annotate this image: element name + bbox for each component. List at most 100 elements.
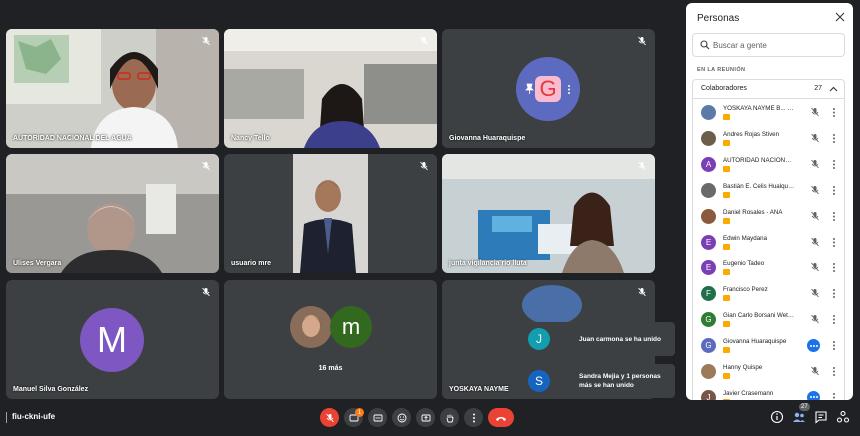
video-tile-usuario-mre[interactable]: usuario mre bbox=[224, 154, 437, 273]
pin-icon[interactable] bbox=[525, 83, 534, 95]
join-notification: J Juan carmona se ha unido bbox=[509, 322, 675, 356]
group-count: 27 bbox=[814, 85, 822, 92]
more-options-icon[interactable] bbox=[831, 366, 837, 377]
video-tile-nancy[interactable]: Nancy Tello bbox=[224, 29, 437, 148]
collaborator-badge-icon bbox=[723, 269, 730, 276]
more-options-icon[interactable] bbox=[831, 159, 837, 170]
participant-row[interactable]: A AUTORIDAD NACIONAL... bbox=[693, 153, 844, 178]
mic-off-icon[interactable] bbox=[810, 211, 820, 221]
participant-name: Gian Carlo Borsani Wetz... bbox=[723, 312, 795, 320]
more-options-icon[interactable] bbox=[831, 262, 837, 273]
mic-off-icon[interactable] bbox=[810, 133, 820, 143]
mic-off-icon bbox=[325, 413, 334, 422]
video-tile-autoridad[interactable]: AUTORIDAD NACIONAL DEL AGUA bbox=[6, 29, 219, 148]
participant-avatar: G bbox=[701, 338, 716, 354]
mic-off-icon[interactable] bbox=[810, 262, 820, 272]
present-icon bbox=[421, 414, 430, 421]
collaborator-badge-icon bbox=[723, 243, 730, 250]
participant-name: Andres Rojas Stiven bbox=[723, 130, 780, 138]
participant-name: Eugenio Tadeo bbox=[723, 260, 765, 268]
raise-hand-button[interactable] bbox=[440, 408, 459, 427]
collaborator-badge-icon bbox=[723, 114, 730, 120]
toast-avatar: S bbox=[528, 370, 550, 392]
toast-text: Sandra Mejia y 1 personas más se han uni… bbox=[579, 373, 661, 389]
participant-avatar bbox=[701, 364, 716, 379]
more-options-icon[interactable] bbox=[831, 237, 837, 248]
participant-row[interactable]: Hanny Quispe bbox=[693, 360, 844, 385]
leave-call-button[interactable] bbox=[488, 408, 514, 427]
search-people[interactable] bbox=[692, 33, 845, 57]
captions-button[interactable] bbox=[368, 408, 387, 427]
participant-video bbox=[224, 154, 437, 273]
more-options-icon[interactable] bbox=[831, 133, 837, 144]
mic-off-icon[interactable] bbox=[810, 159, 820, 169]
emoji-button[interactable] bbox=[392, 408, 411, 427]
participant-avatar: E bbox=[701, 234, 716, 250]
video-tile-ulises[interactable]: Ulises Vergara bbox=[6, 154, 219, 273]
more-options-button[interactable] bbox=[464, 408, 483, 427]
participant-row[interactable]: Bastián E. Celis Hualquilaf bbox=[693, 179, 844, 204]
mic-off-icon[interactable] bbox=[810, 314, 820, 324]
video-tile-more-participants[interactable]: m 16 más bbox=[224, 280, 437, 399]
participant-video bbox=[224, 29, 437, 148]
hand-icon bbox=[446, 414, 453, 422]
video-tile-manuel[interactable]: M Manuel Silva González bbox=[6, 280, 219, 399]
chevron-up-icon[interactable] bbox=[829, 85, 838, 94]
collaborator-badge-icon bbox=[723, 373, 730, 379]
more-options-icon[interactable] bbox=[831, 392, 837, 400]
more-options-icon[interactable] bbox=[831, 185, 837, 196]
participant-name: junta vigilancia rio lluta bbox=[449, 260, 527, 267]
mic-off-icon bbox=[202, 287, 210, 297]
participant-row[interactable]: G Giovanna Huaraquispe bbox=[693, 334, 844, 359]
participant-row[interactable]: G Gian Carlo Borsani Wetz... bbox=[693, 308, 844, 333]
participant-avatar: A bbox=[701, 156, 716, 172]
collaborator-badge-icon bbox=[723, 398, 730, 400]
collaborator-badge-icon bbox=[723, 191, 730, 198]
participant-row[interactable]: Daniel Rosales - ANA bbox=[693, 205, 844, 230]
more-options-icon[interactable] bbox=[831, 340, 837, 351]
participant-name: Edwin Maydana bbox=[723, 234, 768, 242]
join-notification: S Sandra Mejia y 1 personas más se han u… bbox=[509, 364, 675, 398]
more-options-icon[interactable] bbox=[567, 84, 571, 95]
mic-off-icon[interactable] bbox=[810, 107, 820, 117]
participant-avatar: G bbox=[701, 312, 716, 328]
close-icon[interactable] bbox=[835, 12, 845, 22]
participant-row[interactable]: J Javier Crasemann bbox=[693, 386, 844, 400]
participant-avatar bbox=[701, 105, 716, 120]
video-tile-junta-vigilancia[interactable]: junta vigilancia rio lluta bbox=[442, 154, 655, 273]
participant-name: Giovanna Huaraquispe bbox=[723, 338, 787, 346]
hang-up-icon bbox=[496, 416, 506, 421]
captions-icon bbox=[373, 414, 382, 421]
collaborator-badge-icon bbox=[723, 321, 730, 328]
info-icon[interactable] bbox=[770, 410, 784, 424]
participant-row[interactable]: YOSKAYA NAYME B... (Tú) bbox=[693, 101, 844, 126]
collaborators-group-header[interactable]: Colaboradores 27 bbox=[692, 79, 845, 99]
search-input[interactable] bbox=[713, 38, 838, 52]
mic-off-icon[interactable] bbox=[810, 366, 820, 376]
activities-icon[interactable] bbox=[836, 410, 850, 424]
participant-row[interactable]: E Eugenio Tadeo bbox=[693, 256, 844, 281]
toast-text: Juan carmona se ha unido bbox=[579, 336, 661, 343]
mic-off-icon[interactable] bbox=[810, 185, 820, 195]
participant-video bbox=[6, 154, 219, 273]
more-options-icon[interactable] bbox=[831, 107, 837, 118]
participant-row[interactable]: E Edwin Maydana bbox=[693, 231, 844, 256]
present-screen-button[interactable] bbox=[416, 408, 435, 427]
more-options-icon[interactable] bbox=[831, 314, 837, 325]
microphone-button[interactable] bbox=[320, 408, 339, 427]
collaborator-badge-icon bbox=[723, 139, 730, 146]
group-label: Colaboradores bbox=[701, 85, 747, 92]
people-icon[interactable] bbox=[792, 410, 806, 424]
more-options-icon[interactable] bbox=[831, 211, 837, 222]
mic-off-icon[interactable] bbox=[810, 237, 820, 247]
mic-off-icon[interactable] bbox=[810, 288, 820, 298]
more-options-icon[interactable] bbox=[831, 288, 837, 299]
video-tile-giovanna[interactable]: G Giovanna Huaraquispe bbox=[442, 29, 655, 148]
participant-row[interactable]: F Francisco Perez bbox=[693, 282, 844, 307]
chat-icon[interactable] bbox=[814, 410, 828, 424]
participant-list: YOSKAYA NAYME B... (Tú) Andres Rojas Stiv… bbox=[692, 99, 845, 400]
toast-avatar: J bbox=[528, 328, 550, 350]
section-label: EN LA REUNIÓN bbox=[697, 67, 746, 73]
participant-row[interactable]: Andres Rojas Stiven bbox=[693, 127, 844, 152]
participant-avatar: J bbox=[701, 389, 716, 400]
